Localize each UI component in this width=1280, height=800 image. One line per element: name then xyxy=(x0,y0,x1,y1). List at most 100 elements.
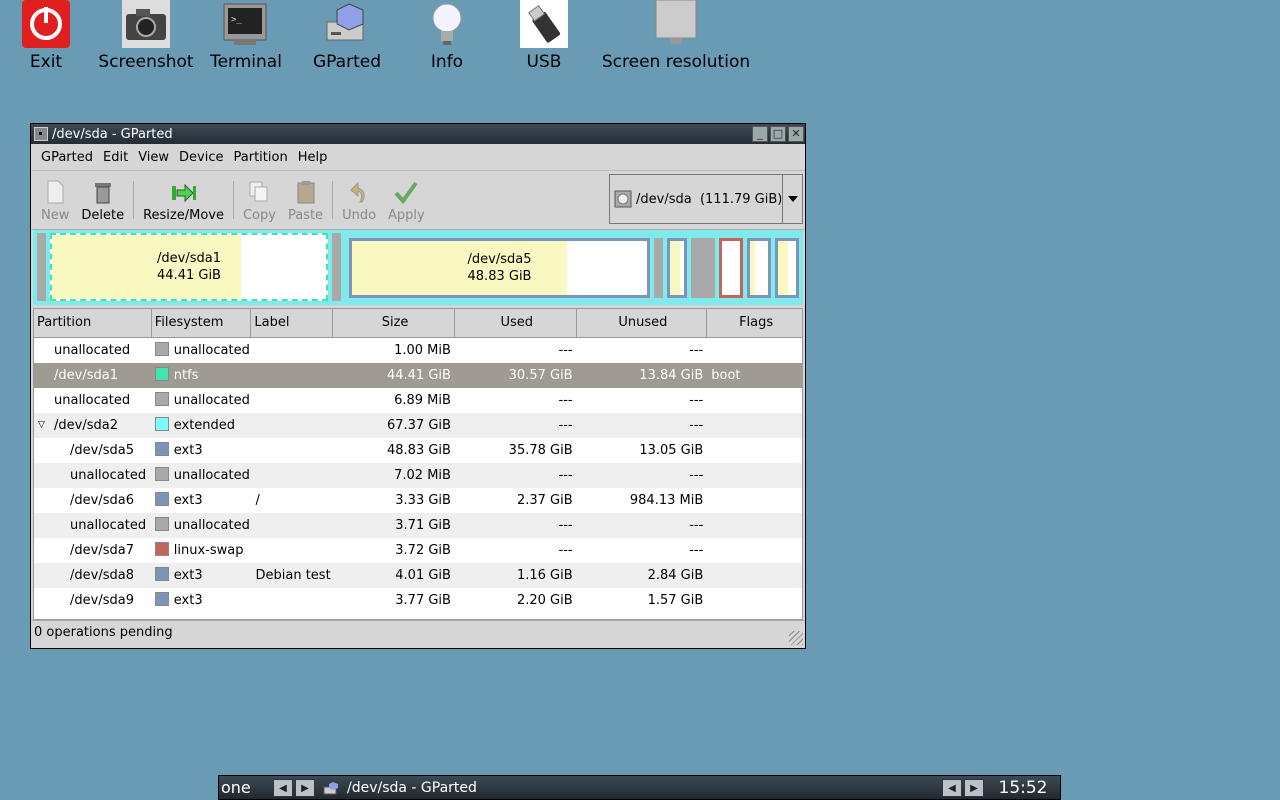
toolbar: New Delete Resize/Move Copy Paste Undo A… xyxy=(31,171,805,230)
apply-button[interactable]: Apply xyxy=(382,171,431,229)
table-row[interactable]: unallocated unallocated 6.89 MiB --- --- xyxy=(34,388,802,413)
camera-icon xyxy=(122,0,170,48)
table-row[interactable]: unallocated unallocated 7.02 MiB --- --- xyxy=(34,463,802,488)
map-unallocated[interactable] xyxy=(691,238,715,298)
menu-gparted[interactable]: GParted xyxy=(36,150,98,165)
cell-filesystem: ext3 xyxy=(173,568,203,583)
trash-icon xyxy=(90,180,116,204)
device-selector[interactable]: /dev/sda (111.79 GiB) xyxy=(609,174,803,224)
close-button[interactable]: ✕ xyxy=(788,126,804,142)
table-header: Partition Filesystem Label Size Used Unu… xyxy=(34,309,802,338)
cell-size: 67.37 GiB xyxy=(386,418,451,433)
cell-label xyxy=(251,363,333,388)
maximize-button[interactable]: □ xyxy=(770,126,786,142)
maximize-icon: □ xyxy=(772,127,784,140)
cell-size: 48.83 GiB xyxy=(387,443,451,458)
table-row[interactable]: unallocated unallocated 1.00 MiB --- --- xyxy=(34,338,802,363)
map-partition-sda7[interactable] xyxy=(719,238,743,298)
map-unallocated[interactable] xyxy=(332,233,341,301)
cell-flags xyxy=(707,538,802,563)
table-row[interactable]: /dev/sda8 ext3 Debian test 4.01 GiB 1.16 GiB… xyxy=(34,563,802,588)
cell-flags xyxy=(707,438,802,463)
cell-used: --- xyxy=(558,468,573,483)
map-unallocated[interactable] xyxy=(654,238,663,298)
cell-unused: --- xyxy=(689,418,704,433)
table-row[interactable]: /dev/sda5 ext3 48.83 GiB 35.78 GiB 13.05 GiB xyxy=(34,438,802,463)
copy-button[interactable]: Copy xyxy=(237,171,282,229)
new-button[interactable]: New xyxy=(31,171,75,229)
cell-partition: /dev/sda2 xyxy=(54,418,118,433)
map-partition-sda6[interactable] xyxy=(667,238,687,298)
table-row[interactable]: /dev/sda9 ext3 3.77 GiB 2.20 GiB 1.57 GiB xyxy=(34,588,802,613)
menu-partition[interactable]: Partition xyxy=(229,150,293,165)
column-header-unused[interactable]: Unused xyxy=(577,309,708,337)
map-partition-sda9[interactable] xyxy=(775,238,799,298)
apply-button-label: Apply xyxy=(388,208,425,223)
desktop-icon-usb[interactable]: USB xyxy=(520,0,568,72)
table-row[interactable]: unallocated unallocated 3.71 GiB --- --- xyxy=(34,513,802,538)
menu-edit[interactable]: Edit xyxy=(98,150,133,165)
table-row[interactable]: /dev/sda1 ntfs 44.41 GiB 30.57 GiB 13.84 GiB… xyxy=(34,363,802,388)
desktop-icon-gparted[interactable]: GParted xyxy=(310,0,384,72)
cell-size: 7.02 MiB xyxy=(394,468,451,483)
arrow-right-icon: ▶ xyxy=(301,782,309,794)
cell-label xyxy=(252,588,334,613)
resize-grip-icon[interactable] xyxy=(789,631,803,645)
desktop-icon-screenshot[interactable]: Screenshot xyxy=(96,0,196,72)
desktop-icon-terminal[interactable]: >_ Terminal xyxy=(208,0,284,72)
minimize-icon: _ xyxy=(757,127,763,140)
desktop-name[interactable]: one xyxy=(219,778,273,797)
taskbar-task-gparted[interactable]: /dev/sda - GParted xyxy=(317,780,942,796)
cell-flags: boot xyxy=(711,368,741,383)
cell-label: Debian test xyxy=(255,568,331,583)
map-size-sda5: 48.83 GiB xyxy=(467,269,532,284)
filesystem-color-swatch xyxy=(154,517,169,531)
map-partition-sda8[interactable] xyxy=(747,238,771,298)
desktop-icon-screen-resolution[interactable]: Screen resolution xyxy=(598,0,754,72)
column-header-partition[interactable]: Partition xyxy=(34,309,152,337)
cell-unused: --- xyxy=(689,518,704,533)
column-header-flags[interactable]: Flags xyxy=(707,309,802,337)
cell-size: 6.89 MiB xyxy=(394,393,451,408)
column-header-label[interactable]: Label xyxy=(251,309,334,337)
minimize-button[interactable]: _ xyxy=(752,126,768,142)
menu-view[interactable]: View xyxy=(133,150,174,165)
desktop-icon-info[interactable]: Info xyxy=(418,0,476,72)
column-header-used[interactable]: Used xyxy=(455,309,577,337)
next-desktop-button[interactable]: ▶ xyxy=(295,778,315,797)
toolbar-separator xyxy=(232,181,234,219)
menu-help[interactable]: Help xyxy=(293,150,333,165)
cell-partition: /dev/sda6 xyxy=(70,493,134,508)
desktop-icon-exit[interactable]: Exit xyxy=(20,0,72,72)
window-titlebar[interactable]: /dev/sda - GParted _ □ ✕ xyxy=(31,124,805,144)
column-header-size[interactable]: Size xyxy=(333,309,455,337)
column-header-filesystem[interactable]: Filesystem xyxy=(152,309,252,337)
filesystem-color-swatch xyxy=(154,492,169,506)
chevron-down-icon[interactable] xyxy=(782,175,802,223)
window-menu-icon[interactable] xyxy=(34,127,48,141)
table-row[interactable]: /dev/sda7 linux-swap 3.72 GiB --- --- xyxy=(34,538,802,563)
taskbar-scroll-left-button[interactable]: ◀ xyxy=(942,778,962,797)
resize-move-button[interactable]: Resize/Move xyxy=(137,171,230,229)
table-row[interactable]: /dev/sda6 ext3 / 3.33 GiB 2.37 GiB 984.13 MiB xyxy=(34,488,802,513)
copy-icon xyxy=(246,180,272,204)
prev-desktop-button[interactable]: ◀ xyxy=(273,778,293,797)
cell-label xyxy=(251,413,333,438)
menu-device[interactable]: Device xyxy=(174,150,228,165)
cell-used: 1.16 GiB xyxy=(516,568,573,583)
map-unallocated[interactable] xyxy=(37,233,46,301)
cell-filesystem: ext3 xyxy=(173,443,203,458)
cell-filesystem: unallocated xyxy=(173,518,250,533)
delete-button[interactable]: Delete xyxy=(75,171,130,229)
usb-drive-icon xyxy=(520,0,568,48)
map-size-sda1: 44.41 GiB xyxy=(157,268,221,283)
undo-button[interactable]: Undo xyxy=(336,171,382,229)
cell-filesystem: ext3 xyxy=(173,593,203,608)
map-partition-sda5[interactable]: /dev/sda5 48.83 GiB xyxy=(349,238,650,298)
taskbar-scroll-right-button[interactable]: ▶ xyxy=(964,778,984,797)
expander-triangle-icon[interactable]: ▽ xyxy=(38,413,45,438)
map-partition-sda1[interactable]: /dev/sda1 44.41 GiB xyxy=(50,233,328,301)
cell-used: --- xyxy=(558,393,573,408)
table-row[interactable]: ▽ /dev/sda2 extended 67.37 GiB --- --- xyxy=(34,413,802,438)
paste-button[interactable]: Paste xyxy=(282,171,329,229)
